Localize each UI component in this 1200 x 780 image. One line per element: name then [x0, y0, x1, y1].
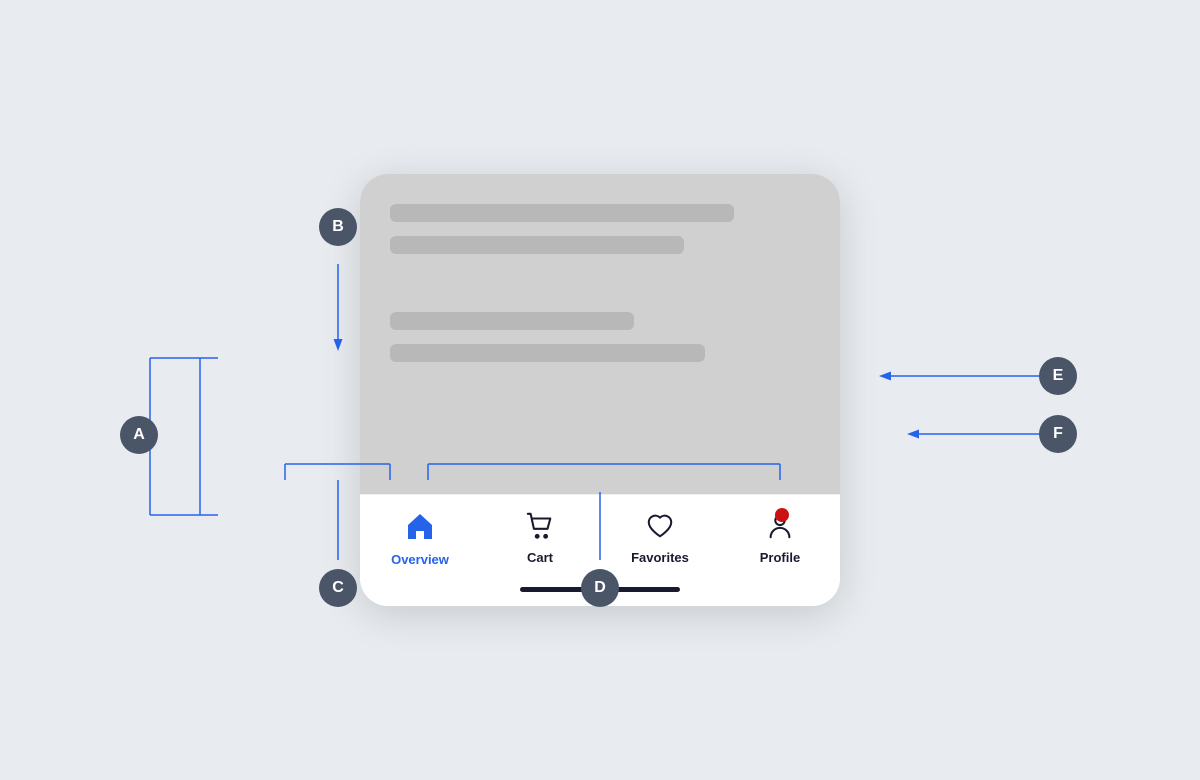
- profile-icon: [765, 511, 795, 546]
- annotation-F: F: [1039, 415, 1077, 453]
- notification-badge: [775, 508, 789, 522]
- content-bar-4: [390, 344, 705, 362]
- home-icon: [404, 511, 436, 548]
- tab-profile[interactable]: Profile: [740, 511, 820, 565]
- profile-label: Profile: [760, 550, 800, 565]
- tab-favorites[interactable]: Favorites: [620, 511, 700, 565]
- tab-bar: Overview Cart: [360, 494, 840, 577]
- overview-label: Overview: [391, 552, 449, 567]
- cart-label: Cart: [527, 550, 553, 565]
- tab-overview[interactable]: Overview: [380, 511, 460, 567]
- favorites-label: Favorites: [631, 550, 689, 565]
- content-area: [360, 174, 840, 494]
- annotation-C: C: [319, 569, 357, 607]
- annotation-A: A: [120, 416, 158, 454]
- heart-icon: [645, 511, 675, 546]
- content-bar-3: [390, 312, 634, 330]
- phone-screen: Overview Cart: [360, 174, 840, 606]
- content-bar-2: [390, 236, 684, 254]
- annotation-E: E: [1039, 357, 1077, 395]
- annotation-B: B: [319, 208, 357, 246]
- content-bar-1: [390, 204, 734, 222]
- cart-icon: [525, 511, 555, 546]
- annotation-D: D: [581, 569, 619, 607]
- tab-cart[interactable]: Cart: [500, 511, 580, 565]
